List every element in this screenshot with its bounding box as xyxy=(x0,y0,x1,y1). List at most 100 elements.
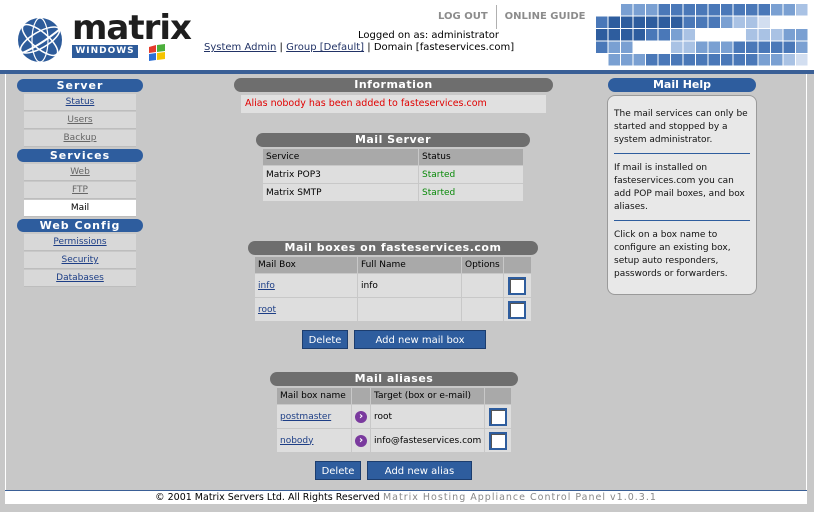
mosaic-tile xyxy=(746,16,758,28)
mosaic-tile xyxy=(621,29,633,41)
sidebar-link-permissions[interactable]: Permissions xyxy=(53,237,106,247)
mosaic-tile xyxy=(608,29,620,41)
mosaic-tile xyxy=(796,29,808,41)
alias-link-postmaster[interactable]: postmaster xyxy=(280,412,331,422)
table-row: postmaster › root xyxy=(277,405,511,428)
mosaic-tile xyxy=(796,41,808,53)
mosaic-tile xyxy=(771,54,783,66)
mosaic-tile xyxy=(646,54,658,66)
select-checkbox[interactable] xyxy=(508,276,527,295)
mosaic-tile xyxy=(633,4,645,16)
mosaic-tile xyxy=(783,29,795,41)
mosaic-tile xyxy=(708,4,720,16)
mosaic-tile xyxy=(733,54,745,66)
sidebar-item-status[interactable]: Status xyxy=(24,94,136,111)
select-checkbox[interactable] xyxy=(489,407,508,426)
sidebar-item-permissions[interactable]: Permissions xyxy=(24,234,136,251)
select-checkbox[interactable] xyxy=(489,431,508,450)
help-divider xyxy=(614,220,750,221)
globe-logo-icon xyxy=(18,17,69,63)
breadcrumb-group[interactable]: Group [Default] xyxy=(286,42,364,53)
help-paragraph: If mail is installed on fasteservices.co… xyxy=(614,163,745,212)
aliases-table: Mail box name Target (box or e-mail) pos… xyxy=(276,387,512,453)
mosaic-tile xyxy=(721,16,733,28)
sidebar-link-ftp[interactable]: FTP xyxy=(72,185,88,195)
service-status: Started xyxy=(419,166,523,183)
mosaic-tile xyxy=(733,41,745,53)
header: matrix WINDOWS LOG OUT ONLINE GUIDE Logg… xyxy=(0,0,814,70)
table-row: Matrix POP3 Started xyxy=(263,166,523,183)
mosaic-tile xyxy=(696,16,708,28)
mosaic-tile xyxy=(721,54,733,66)
arrow-right-icon: › xyxy=(355,410,367,423)
sidebar-item-backup[interactable]: Backup xyxy=(24,130,136,147)
sidebar-link-security[interactable]: Security xyxy=(62,255,99,265)
column-header-target: Target (box or e-mail) xyxy=(371,388,485,404)
mosaic-tile xyxy=(671,54,683,66)
mosaic-tile xyxy=(758,29,770,41)
logo-windows-badge: WINDOWS xyxy=(72,45,138,58)
column-header-status: Status xyxy=(419,149,523,165)
sidebar-item-users[interactable]: Users xyxy=(24,112,136,129)
alias-link-nobody[interactable]: nobody xyxy=(280,436,313,446)
sidebar-link-backup[interactable]: Backup xyxy=(64,133,97,143)
breadcrumb-sep: | xyxy=(367,42,371,53)
mailbox-options xyxy=(462,274,503,297)
mosaic-tile xyxy=(658,29,670,41)
online-guide-link[interactable]: ONLINE GUIDE xyxy=(497,5,594,29)
sidebar-link-status[interactable]: Status xyxy=(66,97,95,107)
aliases-heading: Mail aliases xyxy=(270,372,518,386)
mosaic-tile xyxy=(758,54,770,66)
copyright-text: © 2001 Matrix Servers Ltd. All Rights Re… xyxy=(155,492,380,503)
mosaic-tile xyxy=(621,41,633,53)
sidebar-item-security[interactable]: Security xyxy=(24,252,136,269)
mosaic-tile xyxy=(671,29,683,41)
help-paragraph: Click on a box name to configure an exis… xyxy=(614,230,731,279)
sidebar-link-users[interactable]: Users xyxy=(67,115,92,125)
breadcrumb-system-admin[interactable]: System Admin xyxy=(204,42,276,53)
mailbox-link-info[interactable]: info xyxy=(258,281,275,291)
mosaic-tile xyxy=(758,16,770,28)
mosaic-tile xyxy=(783,4,795,16)
select-checkbox[interactable] xyxy=(508,300,527,319)
mosaic-tile xyxy=(746,4,758,16)
help-panel: The mail services can only be started an… xyxy=(607,95,757,295)
column-header-alias-name: Mail box name xyxy=(277,388,351,404)
mosaic-tile xyxy=(758,41,770,53)
breadcrumb-domain: Domain [fasteservices.com] xyxy=(373,42,515,53)
mailbox-fullname xyxy=(358,298,461,321)
add-alias-button[interactable]: Add new alias xyxy=(367,461,472,480)
mosaic-tile xyxy=(683,16,695,28)
mosaic-tile xyxy=(746,54,758,66)
mail-server-heading: Mail Server xyxy=(256,133,530,147)
mosaic-tile xyxy=(746,29,758,41)
delete-alias-button[interactable]: Delete xyxy=(315,461,361,480)
logout-link[interactable]: LOG OUT xyxy=(430,5,496,29)
mosaic-tile xyxy=(596,41,608,53)
sidebar-item-databases[interactable]: Databases xyxy=(24,270,136,287)
add-mailbox-button[interactable]: Add new mail box xyxy=(354,330,486,349)
mosaic-tile xyxy=(671,4,683,16)
mailbox-link-root[interactable]: root xyxy=(258,305,276,315)
table-row: Matrix SMTP Started xyxy=(263,184,523,201)
mosaic-tile xyxy=(658,16,670,28)
mosaic-tile xyxy=(608,16,620,28)
sidebar-item-ftp[interactable]: FTP xyxy=(24,182,136,199)
column-header-service: Service xyxy=(263,149,418,165)
mailbox-fullname: info xyxy=(358,274,461,297)
sidebar-item-mail[interactable]: Mail xyxy=(24,200,136,217)
service-status: Started xyxy=(419,184,523,201)
mosaic-tile xyxy=(633,54,645,66)
mosaic-tile xyxy=(758,4,770,16)
mosaic-tile xyxy=(721,41,733,53)
sidebar-link-web[interactable]: Web xyxy=(70,167,90,177)
service-name: Matrix SMTP xyxy=(263,184,418,201)
column-header-select xyxy=(503,257,531,273)
mosaic-tile xyxy=(696,41,708,53)
sidebar-link-databases[interactable]: Databases xyxy=(56,273,104,283)
sidebar-item-web[interactable]: Web xyxy=(24,164,136,181)
service-name: Matrix POP3 xyxy=(263,166,418,183)
help-divider xyxy=(614,153,750,154)
delete-mailbox-button[interactable]: Delete xyxy=(302,330,348,349)
table-row: nobody › info@fasteservices.com xyxy=(277,429,511,452)
